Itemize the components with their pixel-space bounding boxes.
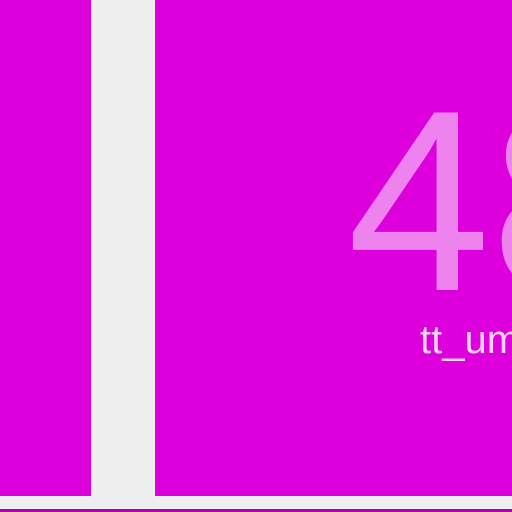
tile-left[interactable] [0,0,91,496]
tile-right[interactable]: 48 tt_um [155,0,512,496]
screen: 48 tt_um [0,0,512,512]
tile-caption: tt_um [420,318,512,362]
tile-number: 48 [347,56,512,345]
